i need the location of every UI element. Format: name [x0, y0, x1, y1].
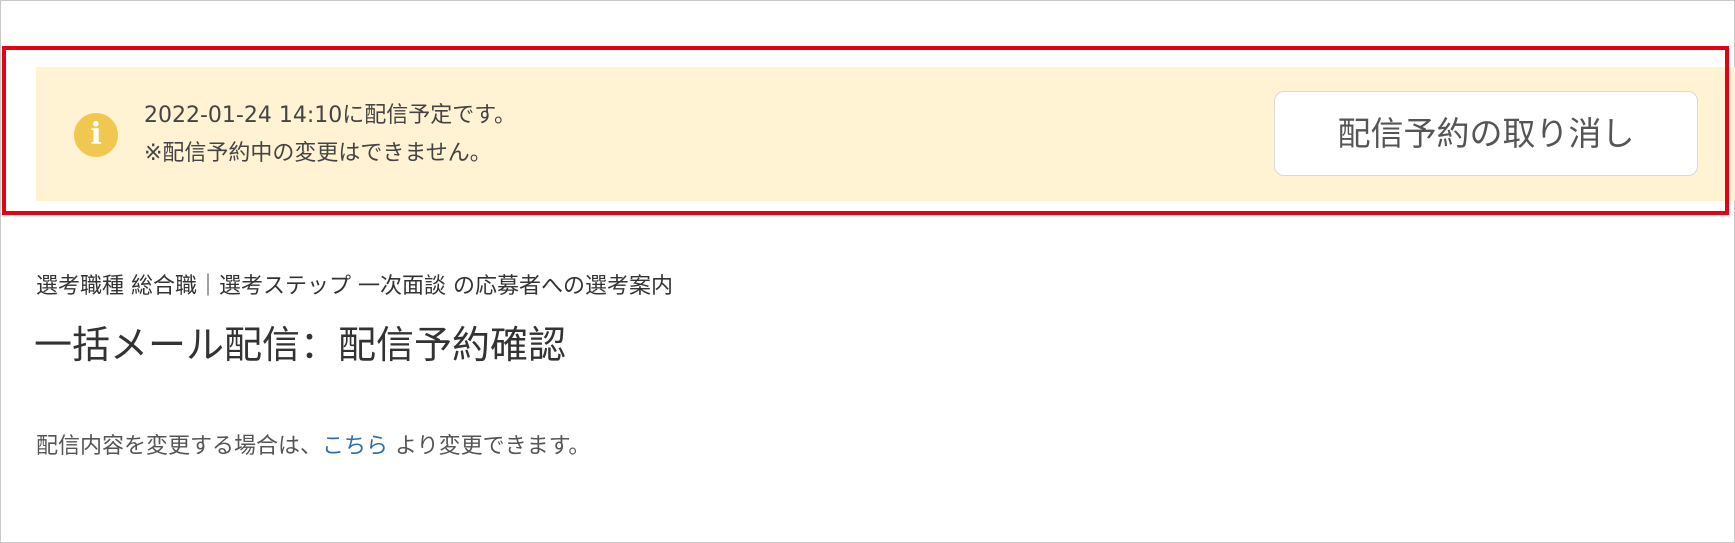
annotation-highlight-box [2, 46, 1729, 215]
edit-instructions: 配信内容を変更する場合は、こちら より変更できます。 [36, 428, 590, 460]
edit-instructions-prefix: 配信内容を変更する場合は、 [36, 434, 323, 459]
edit-content-link[interactable]: こちら [322, 434, 388, 459]
page-subtitle: 選考職種 総合職｜選考ステップ 一次面談 の応募者への選考案内 [36, 274, 673, 299]
edit-instructions-suffix: より変更できます。 [388, 434, 591, 459]
page-title: 一括メール配信：配信予約確認 [34, 323, 567, 367]
